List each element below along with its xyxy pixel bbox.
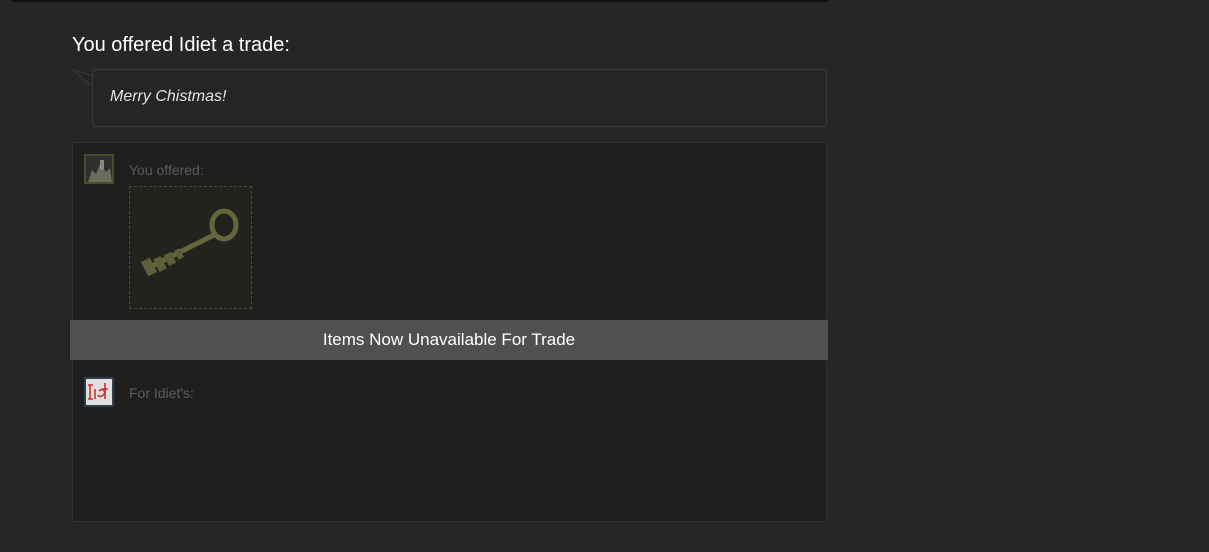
trade-message: Merry Chistmas! — [110, 88, 227, 105]
items-unavailable-text: Items Now Unavailable For Trade — [322, 330, 576, 349]
key-icon — [140, 208, 239, 277]
for-idiets-label: For Idiet's: — [129, 385, 194, 401]
trade-heading: You offered Idiet a trade: — [72, 34, 290, 56]
idiet-avatar-image — [86, 379, 112, 405]
trade-message-bubble: Merry Chistmas! — [92, 69, 827, 127]
idiet-avatar[interactable] — [84, 377, 114, 407]
offered-item-slot[interactable] — [129, 186, 252, 309]
user-avatar-image — [86, 156, 112, 182]
items-unavailable-banner: Items Now Unavailable For Trade — [69, 319, 829, 361]
you-offered-label: You offered: — [129, 162, 204, 178]
user-avatar[interactable] — [84, 154, 114, 184]
top-divider — [12, 0, 828, 2]
